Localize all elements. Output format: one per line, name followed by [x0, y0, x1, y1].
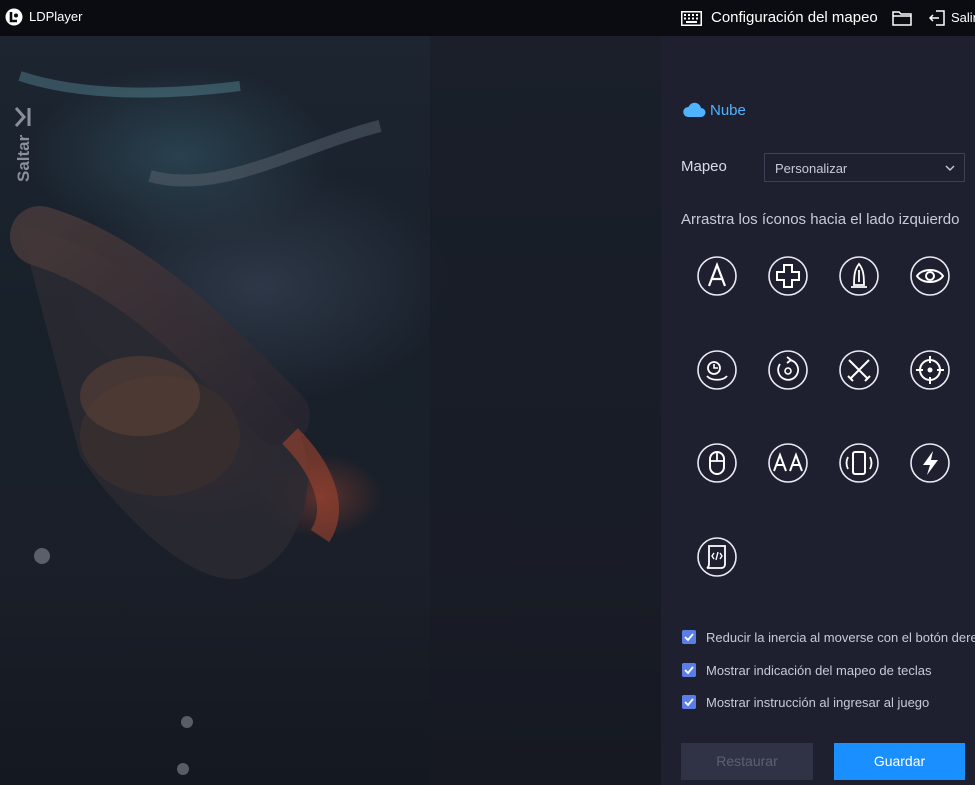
restore-button[interactable]: Restaurar — [681, 743, 813, 780]
app-name: LDPlayer — [29, 9, 83, 24]
window-title: Configuración del mapeo — [711, 9, 878, 26]
attack-icon[interactable] — [839, 350, 879, 390]
dpad-icon[interactable] — [768, 256, 808, 296]
ldplayer-logo-icon — [5, 8, 23, 26]
mouse-icon[interactable] — [697, 443, 737, 483]
mapping-select[interactable]: Personalizar — [764, 153, 965, 182]
game-viewport[interactable]: Saltar — [0, 36, 661, 785]
tap-key-icon[interactable] — [697, 256, 737, 296]
cloud-button[interactable]: Nube — [710, 102, 746, 119]
script-icon[interactable] — [697, 537, 737, 577]
drag-hint: Arrastra los íconos hacia el lado izquie… — [681, 211, 960, 228]
mapping-label: Mapeo — [681, 158, 727, 175]
joystick-icon[interactable] — [697, 350, 737, 390]
skip-chevron-icon — [14, 107, 31, 127]
keyboard-icon[interactable] — [681, 11, 702, 26]
chevron-down-icon — [945, 165, 955, 171]
gravity-sensor-icon[interactable] — [839, 443, 879, 483]
view-icon[interactable] — [910, 256, 950, 296]
exit-icon[interactable] — [928, 10, 945, 26]
skill-icon[interactable] — [839, 256, 879, 296]
skip-label: Saltar — [14, 134, 33, 182]
game-scene-image — [10, 36, 661, 785]
title-bar: LDPlayer Configuración del mapeo Salir — [0, 0, 975, 36]
option-label: Reducir la inercia al moverse con el bot… — [706, 630, 975, 645]
save-button[interactable]: Guardar — [834, 743, 965, 780]
checkbox-checked-icon[interactable] — [682, 630, 696, 644]
macro-flash-icon[interactable] — [910, 443, 950, 483]
folder-icon[interactable] — [892, 10, 912, 26]
skip-button[interactable]: Saltar — [8, 104, 40, 200]
rotate-view-icon[interactable] — [768, 350, 808, 390]
checkbox-checked-icon[interactable] — [682, 663, 696, 677]
exit-button[interactable]: Salir — [951, 10, 975, 25]
mapping-select-value: Personalizar — [775, 161, 848, 176]
checkbox-checked-icon[interactable] — [682, 695, 696, 709]
crosshair-icon[interactable] — [910, 350, 950, 390]
cloud-icon — [683, 102, 706, 117]
option-label: Mostrar indicación del mapeo de teclas — [706, 663, 932, 678]
combo-keys-icon[interactable] — [768, 443, 808, 483]
option-label: Mostrar instrucción al ingresar al juego — [706, 695, 930, 710]
